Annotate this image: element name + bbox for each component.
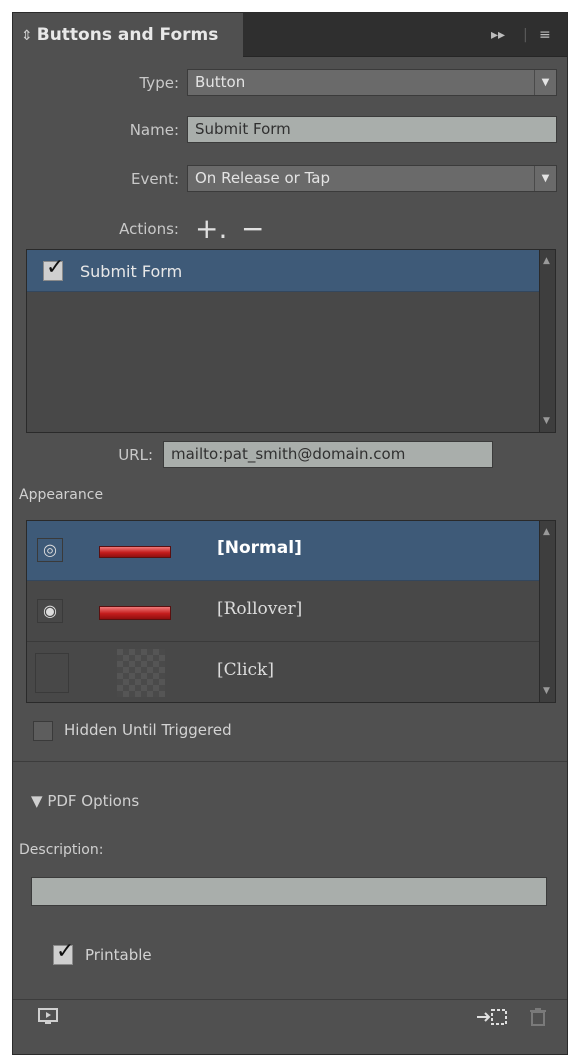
state-label: [Click] <box>217 660 274 680</box>
description-label: Description: <box>19 842 104 858</box>
appearance-state-normal[interactable]: ◎ [Normal] <box>27 521 541 581</box>
rollover-state-swatch <box>99 606 171 620</box>
name-field[interactable]: Submit Form <box>187 116 557 143</box>
remove-action-button[interactable]: − <box>241 214 264 244</box>
type-label: Type: <box>139 74 179 92</box>
type-dropdown[interactable]: Button ▼ <box>187 69 557 96</box>
panel-title: Buttons and Forms <box>36 25 219 45</box>
type-value: Button <box>195 73 246 91</box>
section-divider <box>13 761 567 762</box>
panel-expand-icon[interactable]: ▸▸ <box>491 13 505 57</box>
event-label: Event: <box>130 170 179 188</box>
url-field[interactable]: mailto:pat_smith@domain.com <box>163 441 493 468</box>
pdf-options-label: PDF Options <box>47 792 140 810</box>
eye-icon[interactable]: ◉ <box>37 599 63 623</box>
name-label: Name: <box>129 121 179 139</box>
appearance-label: Appearance <box>19 487 104 503</box>
buttons-and-forms-panel: ⇕ Buttons and Forms ▸▸ | ≡ Type: Button ▼… <box>12 12 568 1055</box>
collapse-toggle-icon[interactable]: ⇕ <box>21 28 33 44</box>
trash-icon[interactable] <box>529 1007 547 1032</box>
checkmark-icon: ✓ <box>56 939 75 964</box>
state-label: [Normal] <box>217 538 302 558</box>
panel-tab[interactable]: ⇕ Buttons and Forms <box>13 13 243 57</box>
appearance-scrollbar[interactable]: ▲ ▼ <box>539 521 555 702</box>
event-dropdown[interactable]: On Release or Tap ▼ <box>187 165 557 192</box>
visibility-toggle-empty[interactable] <box>35 653 69 693</box>
actions-list[interactable]: ✓ Submit Form ▲ ▼ <box>26 249 556 433</box>
checkmark-icon: ✓ <box>46 255 65 280</box>
hidden-until-triggered-label: Hidden Until Triggered <box>64 721 232 739</box>
pdf-options-toggle[interactable]: ▼ PDF Options <box>31 792 139 810</box>
disclosure-triangle-icon[interactable]: ▼ <box>31 792 47 810</box>
state-label: [Rollover] <box>217 599 303 619</box>
printable-label: Printable <box>85 946 152 964</box>
eye-icon[interactable]: ◎ <box>37 538 63 562</box>
url-label: URL: <box>118 446 153 464</box>
hidden-until-triggered-checkbox[interactable] <box>33 721 53 741</box>
list-item[interactable]: ✓ Submit Form <box>27 250 541 292</box>
appearance-state-rollover[interactable]: ◉ [Rollover] <box>27 582 541 642</box>
panel-menu-icon[interactable]: ≡ <box>539 13 551 57</box>
footer-divider <box>13 999 567 1000</box>
action-enabled-checkbox[interactable]: ✓ <box>43 256 64 281</box>
event-value: On Release or Tap <box>195 169 330 187</box>
titlebar-divider: | <box>523 27 528 43</box>
scroll-down-icon[interactable]: ▼ <box>543 416 550 426</box>
scroll-up-icon[interactable]: ▲ <box>543 256 550 266</box>
normal-state-swatch <box>99 546 171 558</box>
empty-state-swatch <box>117 649 165 697</box>
actions-scrollbar[interactable]: ▲ ▼ <box>539 250 555 432</box>
chevron-down-icon[interactable]: ▼ <box>534 166 556 191</box>
chevron-down-icon[interactable]: ▼ <box>534 70 556 95</box>
scroll-down-icon[interactable]: ▼ <box>543 686 550 696</box>
scroll-up-icon[interactable]: ▲ <box>543 527 550 537</box>
description-field[interactable] <box>31 877 547 906</box>
convert-icon[interactable] <box>475 1007 509 1032</box>
actions-label: Actions: <box>119 220 179 238</box>
preview-icon[interactable] <box>37 1007 59 1032</box>
appearance-list[interactable]: ◎ [Normal] ◉ [Rollover] [Click] ▲ ▼ <box>26 520 556 703</box>
add-action-button[interactable]: +. <box>195 214 227 244</box>
panel-titlebar: ⇕ Buttons and Forms ▸▸ | ≡ <box>13 13 567 57</box>
action-label: Submit Form <box>80 262 183 281</box>
printable-checkbox[interactable]: ✓ <box>53 940 74 965</box>
appearance-state-click[interactable]: [Click] <box>27 643 541 703</box>
